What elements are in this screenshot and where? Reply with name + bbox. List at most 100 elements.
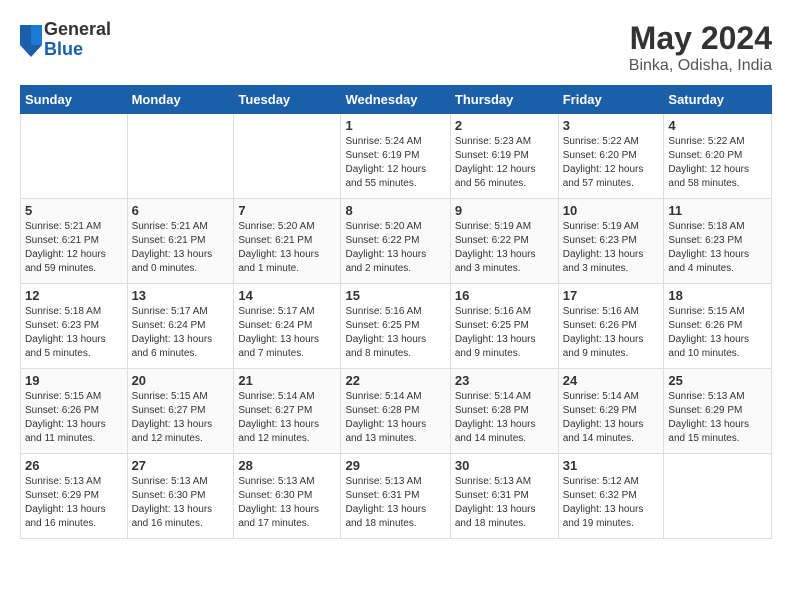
weekday-header-wednesday: Wednesday <box>341 86 450 114</box>
day-number: 20 <box>132 373 230 388</box>
day-number: 13 <box>132 288 230 303</box>
calendar-table: SundayMondayTuesdayWednesdayThursdayFrid… <box>20 85 772 539</box>
calendar-week-row: 19Sunrise: 5:15 AM Sunset: 6:26 PM Dayli… <box>21 369 772 454</box>
day-info: Sunrise: 5:13 AM Sunset: 6:31 PM Dayligh… <box>455 475 554 531</box>
logo-text: General Blue <box>44 20 111 60</box>
day-number: 9 <box>455 203 554 218</box>
weekday-header-monday: Monday <box>127 86 234 114</box>
calendar-cell: 6 Sunrise: 5:21 AM Sunset: 6:21 PM Daylig… <box>127 199 234 284</box>
day-info: Sunrise: 5:16 AM Sunset: 6:25 PM Dayligh… <box>455 305 554 361</box>
calendar-cell: 29Sunrise: 5:13 AM Sunset: 6:31 PM Dayli… <box>341 454 450 539</box>
day-info: Sunrise: 5:19 AM Sunset: 6:23 PM Dayligh… <box>563 220 660 276</box>
page-header: General Blue May 2024 Binka, Odisha, Ind… <box>20 20 772 75</box>
calendar-cell <box>21 114 128 199</box>
day-number: 22 <box>345 373 445 388</box>
day-info: Sunrise: 5:19 AM Sunset: 6:22 PM Dayligh… <box>455 220 554 276</box>
day-info: Sunrise: 5:15 AM Sunset: 6:26 PM Dayligh… <box>668 305 767 361</box>
weekday-header-row: SundayMondayTuesdayWednesdayThursdayFrid… <box>21 86 772 114</box>
day-info: Sunrise: 5:15 AM Sunset: 6:27 PM Dayligh… <box>132 390 230 446</box>
day-number: 30 <box>455 458 554 473</box>
day-number: 8 <box>345 203 445 218</box>
day-number: 29 <box>345 458 445 473</box>
day-number: 27 <box>132 458 230 473</box>
calendar-cell: 14 Sunrise: 5:17 AM Sunset: 6:24 PM Dayli… <box>234 284 341 369</box>
calendar-cell: 25Sunrise: 5:13 AM Sunset: 6:29 PM Dayli… <box>664 369 772 454</box>
day-info: Sunrise: 5:15 AM Sunset: 6:26 PM Dayligh… <box>25 390 123 446</box>
day-number: 6 <box>132 203 230 218</box>
calendar-cell: 13 Sunrise: 5:17 AM Sunset: 6:24 PM Dayli… <box>127 284 234 369</box>
day-info: Sunrise: 5:20 AM Sunset: 6:22 PM Dayligh… <box>345 220 445 276</box>
calendar-cell: 8 Sunrise: 5:20 AM Sunset: 6:22 PM Daylig… <box>341 199 450 284</box>
calendar-cell: 1Sunrise: 5:24 AM Sunset: 6:19 PM Daylig… <box>341 114 450 199</box>
day-info: Sunrise: 5:14 AM Sunset: 6:29 PM Dayligh… <box>563 390 660 446</box>
day-info: Sunrise: 5:18 AM Sunset: 6:23 PM Dayligh… <box>25 305 123 361</box>
day-number: 12 <box>25 288 123 303</box>
day-number: 24 <box>563 373 660 388</box>
day-number: 28 <box>238 458 336 473</box>
day-number: 16 <box>455 288 554 303</box>
day-info: Sunrise: 5:13 AM Sunset: 6:30 PM Dayligh… <box>238 475 336 531</box>
calendar-week-row: 5Sunrise: 5:21 AM Sunset: 6:21 PM Daylig… <box>21 199 772 284</box>
calendar-cell: 15 Sunrise: 5:16 AM Sunset: 6:25 PM Dayli… <box>341 284 450 369</box>
day-number: 1 <box>345 118 445 133</box>
calendar-cell: 24 Sunrise: 5:14 AM Sunset: 6:29 PM Dayli… <box>558 369 664 454</box>
calendar-cell: 16 Sunrise: 5:16 AM Sunset: 6:25 PM Dayli… <box>450 284 558 369</box>
location-subtitle: Binka, Odisha, India <box>629 57 772 75</box>
day-number: 23 <box>455 373 554 388</box>
day-number: 31 <box>563 458 660 473</box>
day-number: 11 <box>668 203 767 218</box>
day-info: Sunrise: 5:17 AM Sunset: 6:24 PM Dayligh… <box>238 305 336 361</box>
day-info: Sunrise: 5:16 AM Sunset: 6:26 PM Dayligh… <box>563 305 660 361</box>
calendar-week-row: 1Sunrise: 5:24 AM Sunset: 6:19 PM Daylig… <box>21 114 772 199</box>
calendar-cell: 27 Sunrise: 5:13 AM Sunset: 6:30 PM Dayli… <box>127 454 234 539</box>
day-info: Sunrise: 5:14 AM Sunset: 6:28 PM Dayligh… <box>345 390 445 446</box>
calendar-week-row: 12 Sunrise: 5:18 AM Sunset: 6:23 PM Dayli… <box>21 284 772 369</box>
logo: General Blue <box>20 20 111 60</box>
day-number: 4 <box>668 118 767 133</box>
calendar-cell: 19Sunrise: 5:15 AM Sunset: 6:26 PM Dayli… <box>21 369 128 454</box>
day-info: Sunrise: 5:23 AM Sunset: 6:19 PM Dayligh… <box>455 135 554 191</box>
logo-icon <box>20 25 40 55</box>
weekday-header-sunday: Sunday <box>21 86 128 114</box>
calendar-cell: 4Sunrise: 5:22 AM Sunset: 6:20 PM Daylig… <box>664 114 772 199</box>
day-number: 17 <box>563 288 660 303</box>
calendar-cell: 5Sunrise: 5:21 AM Sunset: 6:21 PM Daylig… <box>21 199 128 284</box>
day-number: 18 <box>668 288 767 303</box>
day-info: Sunrise: 5:13 AM Sunset: 6:29 PM Dayligh… <box>25 475 123 531</box>
day-info: Sunrise: 5:14 AM Sunset: 6:27 PM Dayligh… <box>238 390 336 446</box>
calendar-cell <box>664 454 772 539</box>
day-info: Sunrise: 5:13 AM Sunset: 6:30 PM Dayligh… <box>132 475 230 531</box>
calendar-cell: 28 Sunrise: 5:13 AM Sunset: 6:30 PM Dayli… <box>234 454 341 539</box>
calendar-cell: 10 Sunrise: 5:19 AM Sunset: 6:23 PM Dayli… <box>558 199 664 284</box>
calendar-cell: 7 Sunrise: 5:20 AM Sunset: 6:21 PM Daylig… <box>234 199 341 284</box>
day-number: 26 <box>25 458 123 473</box>
calendar-cell <box>127 114 234 199</box>
day-number: 25 <box>668 373 767 388</box>
day-number: 15 <box>345 288 445 303</box>
calendar-cell: 3Sunrise: 5:22 AM Sunset: 6:20 PM Daylig… <box>558 114 664 199</box>
weekday-header-saturday: Saturday <box>664 86 772 114</box>
day-info: Sunrise: 5:21 AM Sunset: 6:21 PM Dayligh… <box>132 220 230 276</box>
day-number: 10 <box>563 203 660 218</box>
calendar-cell: 18 Sunrise: 5:15 AM Sunset: 6:26 PM Dayli… <box>664 284 772 369</box>
calendar-title: May 2024 <box>629 20 772 57</box>
day-info: Sunrise: 5:16 AM Sunset: 6:25 PM Dayligh… <box>345 305 445 361</box>
calendar-cell: 2Sunrise: 5:23 AM Sunset: 6:19 PM Daylig… <box>450 114 558 199</box>
day-info: Sunrise: 5:17 AM Sunset: 6:24 PM Dayligh… <box>132 305 230 361</box>
calendar-cell: 30 Sunrise: 5:13 AM Sunset: 6:31 PM Dayli… <box>450 454 558 539</box>
day-number: 14 <box>238 288 336 303</box>
calendar-week-row: 26 Sunrise: 5:13 AM Sunset: 6:29 PM Dayli… <box>21 454 772 539</box>
calendar-cell <box>234 114 341 199</box>
day-info: Sunrise: 5:18 AM Sunset: 6:23 PM Dayligh… <box>668 220 767 276</box>
logo-blue-text: Blue <box>44 40 111 60</box>
day-number: 7 <box>238 203 336 218</box>
day-info: Sunrise: 5:20 AM Sunset: 6:21 PM Dayligh… <box>238 220 336 276</box>
day-info: Sunrise: 5:14 AM Sunset: 6:28 PM Dayligh… <box>455 390 554 446</box>
calendar-cell: 21Sunrise: 5:14 AM Sunset: 6:27 PM Dayli… <box>234 369 341 454</box>
weekday-header-friday: Friday <box>558 86 664 114</box>
title-block: May 2024 Binka, Odisha, India <box>629 20 772 75</box>
calendar-cell: 20 Sunrise: 5:15 AM Sunset: 6:27 PM Dayli… <box>127 369 234 454</box>
day-info: Sunrise: 5:12 AM Sunset: 6:32 PM Dayligh… <box>563 475 660 531</box>
logo-general-text: General <box>44 20 111 40</box>
weekday-header-tuesday: Tuesday <box>234 86 341 114</box>
